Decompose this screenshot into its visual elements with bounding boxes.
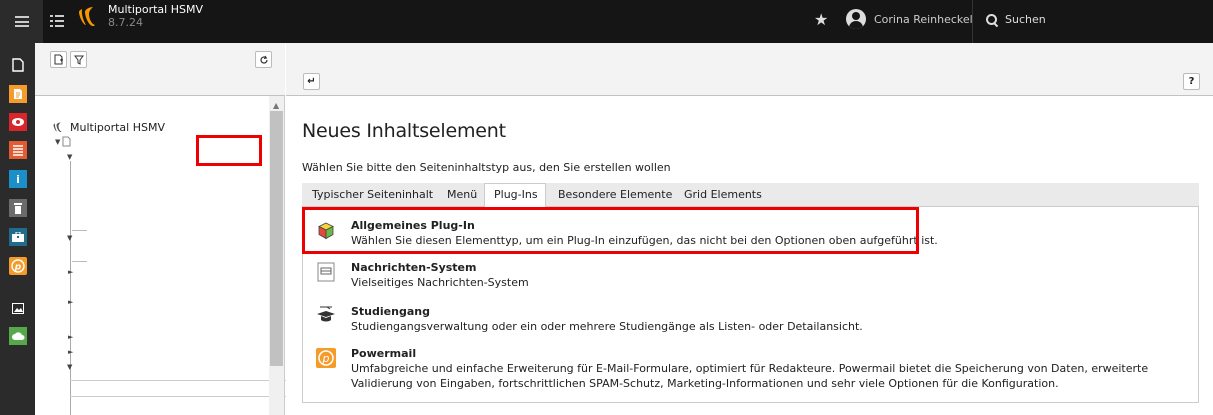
page-tree-panel: Multiportal HSMV ▼ ▼ ▼ ► ► ► ► ▼ ▲	[35, 43, 305, 415]
svg-text:p: p	[322, 352, 330, 365]
highlight-box-tab	[196, 135, 262, 166]
info-icon[interactable]: i	[9, 170, 27, 188]
refresh-icon[interactable]	[255, 51, 272, 68]
page-tree-scrollbar[interactable]: ▲	[269, 96, 284, 415]
powermail-icon: p	[316, 348, 336, 368]
highlight-box-item	[302, 207, 919, 254]
typo3-logo-icon[interactable]	[77, 6, 99, 30]
site-name[interactable]: Multiportal HSMV	[108, 3, 203, 16]
list-item[interactable]: Studiengang Studiengangsverwaltung oder …	[303, 295, 1200, 337]
search-label: Suchen	[1005, 13, 1046, 26]
help-button[interactable]: ?	[1183, 73, 1200, 90]
news-icon	[317, 262, 335, 282]
tab-grid-elements[interactable]: Grid Elements	[684, 188, 762, 201]
eye-icon[interactable]	[9, 113, 27, 131]
item-title: Powermail	[351, 347, 417, 360]
site-version: 8.7.24	[108, 16, 143, 29]
item-title: Studiengang	[351, 305, 430, 318]
typo3-logo-icon	[53, 122, 62, 132]
cloud-icon[interactable]	[9, 327, 27, 345]
tree-collapsed-icon[interactable]: ►	[68, 268, 73, 276]
tree-root-label: Multiportal HSMV	[70, 121, 165, 134]
module-sidebar: i p	[0, 43, 35, 415]
tree-expand-icon[interactable]: ▼	[67, 234, 72, 242]
item-description: Vielseitiges Nachrichten-System	[351, 276, 529, 289]
tree-expand-icon[interactable]: ▼	[55, 138, 60, 146]
trash-icon[interactable]	[9, 199, 27, 217]
tree-expand-icon[interactable]: ▼	[67, 153, 72, 161]
scroll-up-icon[interactable]: ▲	[273, 101, 279, 110]
back-button[interactable]: ↵	[303, 73, 320, 90]
new-page-icon[interactable]	[50, 51, 67, 68]
graduation-cap-icon	[317, 306, 335, 322]
svg-text:p: p	[14, 263, 22, 273]
powermail-icon[interactable]: p	[9, 257, 27, 275]
user-name: Corina Reinheckel	[874, 12, 973, 26]
tree-line	[70, 161, 71, 415]
content-toolbar: ↵ ?	[286, 43, 1213, 96]
tab-bar: Typischer Seiteninhalt Menü Plug-Ins Bes…	[302, 183, 1199, 208]
page-subtitle: Wählen Sie bitte den Seiteninhaltstyp au…	[302, 161, 671, 174]
search-toggle[interactable]: Suchen	[986, 13, 1046, 26]
tab-plugins[interactable]: Plug-Ins	[494, 188, 538, 201]
bookmark-star-icon[interactable]: ★	[814, 12, 828, 28]
list-item[interactable]: p Powermail Umfabgreiche und einfache Er…	[303, 337, 1200, 403]
tree-collapsed-icon[interactable]: ►	[68, 298, 73, 306]
tree-expand-icon[interactable]: ▼	[67, 363, 72, 371]
tree-root-node[interactable]: Multiportal HSMV	[52, 121, 165, 134]
list-item[interactable]: Nachrichten-System Vielseitiges Nachrich…	[303, 255, 1200, 295]
tab-special-elements[interactable]: Besondere Elemente	[558, 188, 672, 201]
avatar	[846, 9, 866, 29]
list-module-icon[interactable]	[9, 85, 27, 103]
tab-menu[interactable]: Menü	[447, 188, 477, 201]
web-list-icon[interactable]	[9, 141, 27, 159]
module-menu-toggle[interactable]	[0, 0, 43, 43]
tree-collapsed-icon[interactable]: ►	[68, 333, 73, 341]
tree-branch	[72, 261, 87, 262]
tab-typical-content[interactable]: Typischer Seiteninhalt	[312, 188, 433, 201]
tree-branch	[72, 230, 87, 231]
page-tree-toolbar	[35, 43, 285, 96]
page-title: Neues Inhaltselement	[302, 120, 506, 142]
top-bar: Multiportal HSMV 8.7.24 ★ Corina Reinhec…	[0, 0, 1213, 43]
item-description: Umfabgreiche und einfache Erweiterung fü…	[351, 362, 1149, 390]
briefcase-icon[interactable]	[9, 228, 27, 246]
tree-collapsed-icon[interactable]: ►	[68, 348, 73, 356]
filter-icon[interactable]	[70, 51, 87, 68]
scrollbar-thumb[interactable]	[270, 111, 283, 366]
hamburger-icon	[14, 16, 29, 27]
page-tree-toggle-icon[interactable]	[50, 14, 64, 28]
item-title: Nachrichten-System	[351, 261, 477, 274]
page-module-icon[interactable]	[9, 56, 27, 74]
search-icon	[986, 13, 998, 26]
image-icon[interactable]	[9, 299, 27, 317]
item-description: Studiengangsverwaltung oder ein oder meh…	[351, 320, 863, 333]
page-icon	[62, 136, 71, 147]
user-menu[interactable]: Corina Reinheckel	[846, 9, 973, 29]
topbar-divider	[972, 0, 973, 43]
